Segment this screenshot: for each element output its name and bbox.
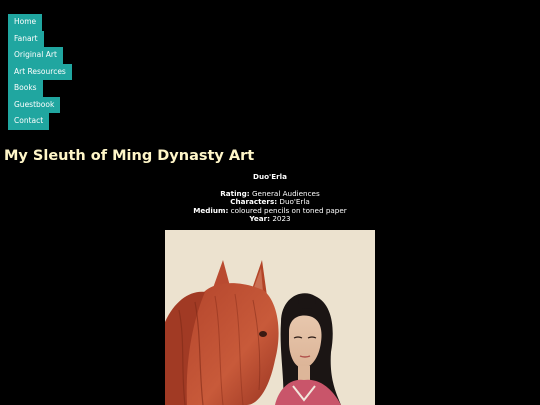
nav-books-link[interactable]: Books bbox=[8, 80, 43, 97]
artwork-image bbox=[165, 230, 375, 405]
artwork-name: Duo'Erla bbox=[253, 172, 287, 181]
nav-guestbook-link[interactable]: Guestbook bbox=[8, 96, 61, 113]
artwork-drawing bbox=[165, 230, 375, 405]
artwork-info: Duo'Erla Rating: General Audiences Chara… bbox=[0, 172, 540, 224]
nav-original-art-link[interactable]: Original Art bbox=[8, 47, 63, 64]
year-value: 2023 bbox=[272, 214, 291, 224]
site-nav: Home Fanart Original Art Art Resources B… bbox=[8, 14, 72, 130]
horse-eye bbox=[259, 331, 267, 337]
year-label: Year: bbox=[249, 214, 271, 224]
nav-contact-link[interactable]: Contact bbox=[8, 113, 50, 130]
nav-fanart-link[interactable]: Fanart bbox=[8, 30, 44, 47]
nav-art-resources-link[interactable]: Art Resources bbox=[8, 63, 72, 80]
year-line: Year: 2023 bbox=[0, 215, 540, 223]
hair-bun bbox=[298, 295, 316, 309]
nav-home-link[interactable]: Home bbox=[8, 14, 43, 31]
page: Home Fanart Original Art Art Resources B… bbox=[0, 0, 540, 405]
medium-label: Medium: bbox=[193, 205, 229, 215]
page-title: My Sleuth of Ming Dynasty Art bbox=[4, 148, 255, 164]
